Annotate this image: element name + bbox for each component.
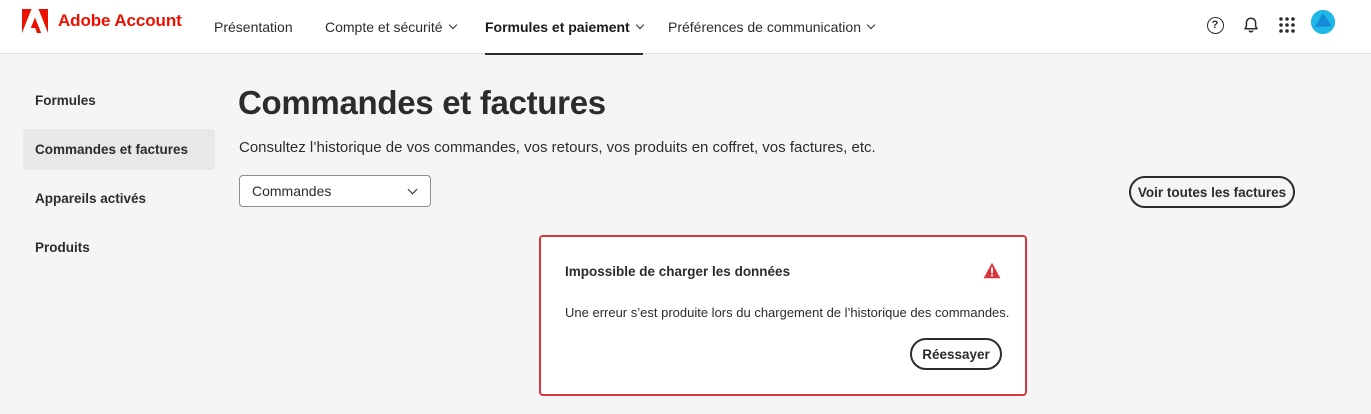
order-type-select[interactable]: Commandes bbox=[239, 175, 431, 207]
error-title: Impossible de charger les données bbox=[565, 264, 791, 279]
nav-formules-paiement[interactable]: Formules et paiement bbox=[485, 0, 644, 55]
sidebar-item-formules[interactable]: Formules bbox=[23, 80, 215, 121]
select-value: Commandes bbox=[252, 183, 332, 199]
avatar-icon bbox=[1311, 10, 1335, 34]
help-button[interactable]: ? bbox=[1202, 12, 1228, 38]
apps-button[interactable] bbox=[1274, 12, 1300, 38]
sidebar-item-produits[interactable]: Produits bbox=[23, 227, 215, 268]
bell-icon bbox=[1244, 17, 1258, 33]
avatar[interactable] bbox=[1311, 10, 1335, 34]
nav-label: Présentation bbox=[214, 19, 293, 35]
nav-preferences-communication[interactable]: Préférences de communication bbox=[668, 0, 876, 54]
chevron-down-icon bbox=[866, 20, 876, 30]
nav-label: Formules et paiement bbox=[485, 19, 630, 35]
nav-presentation[interactable]: Présentation bbox=[214, 0, 293, 54]
error-message: Une erreur s’est produite lors du charge… bbox=[565, 305, 1010, 320]
brand-name: Adobe Account bbox=[58, 11, 182, 30]
nav-compte-securite[interactable]: Compte et sécurité bbox=[325, 0, 457, 54]
brand[interactable]: Adobe Account bbox=[22, 9, 182, 33]
help-icon: ? bbox=[1206, 16, 1224, 34]
apps-grid-icon bbox=[1279, 17, 1295, 33]
nav-label: Préférences de communication bbox=[668, 19, 861, 35]
error-alert: Impossible de charger les données Une er… bbox=[539, 235, 1027, 396]
view-all-invoices-button[interactable]: Voir toutes les factures bbox=[1129, 176, 1295, 208]
sidebar-item-label: Formules bbox=[35, 93, 96, 108]
adobe-logo-icon bbox=[22, 9, 48, 33]
sidebar-item-commandes-factures[interactable]: Commandes et factures bbox=[23, 129, 215, 170]
chevron-down-icon bbox=[635, 20, 644, 30]
nav-label: Compte et sécurité bbox=[325, 19, 443, 35]
warning-icon bbox=[983, 262, 1001, 279]
notifications-button[interactable] bbox=[1238, 12, 1264, 38]
sidebar-item-appareils-actives[interactable]: Appareils activés bbox=[23, 178, 215, 219]
chevron-down-icon bbox=[448, 20, 457, 30]
chevron-down-icon bbox=[407, 184, 418, 195]
retry-button[interactable]: Réessayer bbox=[910, 338, 1002, 370]
top-header: Adobe Account Présentation Compte et séc… bbox=[0, 0, 1371, 55]
page-title: Commandes et factures bbox=[238, 84, 606, 121]
sidebar-item-label: Produits bbox=[35, 240, 90, 255]
page-subtitle: Consultez l’historique de vos commandes,… bbox=[239, 139, 876, 156]
sidebar-item-label: Appareils activés bbox=[35, 191, 147, 206]
sidebar-item-label: Commandes et factures bbox=[35, 142, 189, 157]
